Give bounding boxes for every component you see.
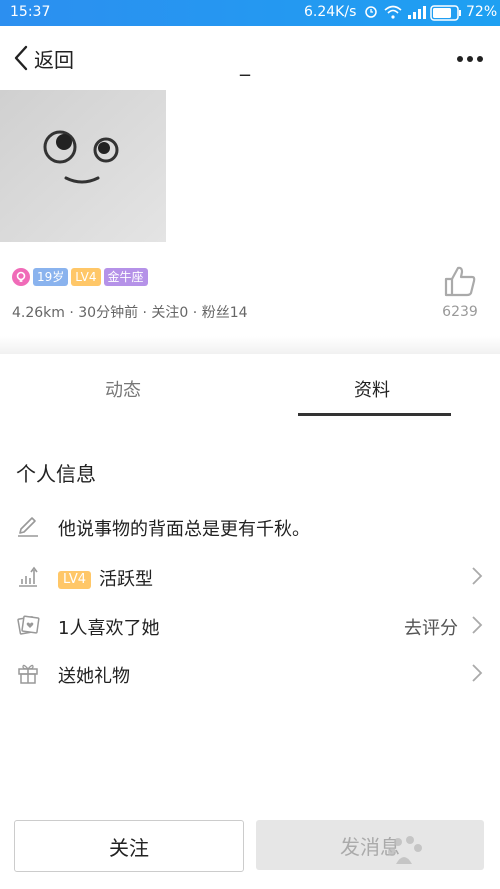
active-tab-indicator: [298, 413, 451, 416]
zodiac-badge: 金牛座: [103, 268, 148, 286]
profile-meta: 4.26km · 30分钟前 · 关注0 · 粉丝14: [12, 305, 248, 321]
nav-bar: 返回 _: [0, 26, 500, 88]
wifi-icon: [384, 5, 402, 19]
profile-badges: 19岁 LV4 金牛座: [12, 268, 148, 286]
network-speed: 6.24K/s: [304, 4, 357, 20]
likes-row[interactable]: 1人喜欢了她 去评分: [0, 603, 500, 647]
gift-row[interactable]: 送她礼物: [0, 651, 500, 695]
follow-button[interactable]: 关注: [14, 820, 244, 872]
back-chevron-icon: [14, 45, 28, 71]
tab-posts[interactable]: 动态: [105, 376, 141, 402]
page-title: _: [240, 52, 250, 76]
activity-chart-icon: [19, 566, 38, 587]
gift-label: 送她礼物: [58, 666, 130, 687]
like-icon: [444, 266, 476, 297]
like-count: 6239: [442, 304, 478, 320]
battery-icon: [430, 5, 461, 21]
tab-bar: 动态 资料: [0, 356, 500, 418]
chevron-right-icon: [472, 664, 483, 682]
battery-percent: 72%: [466, 4, 498, 20]
status-bar: 15:37 6.24K/s 72%: [0, 0, 500, 26]
activity-label: 活跃型: [98, 569, 153, 590]
back-label: 返回: [34, 47, 74, 72]
edit-icon: [18, 517, 38, 537]
alarm-icon: [365, 6, 377, 18]
like-button[interactable]: 6239: [434, 264, 486, 320]
avatar[interactable]: [0, 90, 166, 242]
activity-row[interactable]: LV4 活跃型: [0, 554, 500, 598]
bio-row: 他说事物的背面总是更有千秋。: [0, 504, 500, 548]
signal-icon: [408, 6, 426, 19]
likes-text: 1人喜欢了她: [58, 618, 160, 639]
section-title: 个人信息: [16, 462, 96, 486]
chevron-right-icon: [472, 616, 483, 634]
chevron-right-icon: [472, 567, 483, 585]
more-icon[interactable]: [456, 54, 484, 64]
gift-icon: [18, 664, 38, 684]
rate-link[interactable]: 去评分: [404, 614, 458, 640]
avatar-image: [0, 90, 166, 242]
level-badge: LV4: [71, 268, 101, 286]
bio-text: 他说事物的背面总是更有千秋。: [58, 519, 310, 540]
activity-level-badge: LV4: [58, 571, 91, 589]
age-badge: 19岁: [33, 268, 69, 286]
watermark-logo: [386, 832, 496, 872]
section-divider: [0, 336, 500, 354]
female-icon: [12, 268, 30, 286]
status-time: 15:37: [10, 4, 51, 20]
photo-heart-icon: [17, 615, 40, 635]
tab-profile[interactable]: 资料: [354, 376, 390, 402]
back-button[interactable]: 返回: [12, 44, 74, 72]
